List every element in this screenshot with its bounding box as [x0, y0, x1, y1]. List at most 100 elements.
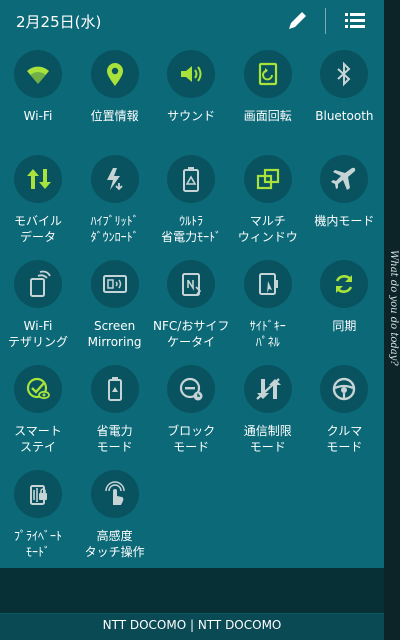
tile-button-tethering[interactable]	[14, 260, 62, 308]
tile-wifi[interactable]: Wi-Fi	[0, 46, 76, 148]
tile-button-power-saving[interactable]	[90, 365, 139, 413]
tile-ultra-power[interactable]: ｳﾙﾄﾗ 省電力ﾓｰﾄﾞ	[153, 151, 229, 253]
tile-label-line1: NFC/おサイフ	[153, 319, 230, 333]
smart-stay-icon	[26, 377, 50, 400]
tile-label: 画面回転	[228, 108, 308, 124]
battery-saver-icon	[107, 377, 122, 401]
tile-button-rotation[interactable]	[243, 50, 292, 98]
side-text: What do you do today?	[388, 250, 399, 366]
data-arrows-icon	[27, 169, 51, 189]
tile-private-mode[interactable]: ﾌﾟﾗｲﾍﾞｰﾄ ﾓｰﾄﾞ	[0, 466, 76, 568]
tile-nfc[interactable]: NFC/おサイフ ケータイ	[153, 256, 229, 358]
tile-block[interactable]: ブロック モード	[153, 361, 229, 463]
tile-label-line1: Wi-Fi	[23, 319, 53, 333]
tile-label-line2: モード	[96, 440, 133, 454]
tile-label-line2: Mirroring	[87, 335, 142, 349]
tile-button-block[interactable]	[167, 365, 216, 413]
tile-label-line1: ブロック	[167, 424, 216, 438]
tile-button-nfc[interactable]	[167, 260, 216, 308]
private-mode-icon	[30, 485, 47, 505]
tile-label-line1: 通信制限	[243, 424, 292, 438]
tile-button-car-mode[interactable]	[320, 365, 369, 413]
tile-button-data-limit[interactable]	[243, 365, 292, 413]
list-icon[interactable]	[344, 9, 366, 31]
data-limit-icon	[256, 378, 281, 400]
tile-button-hybrid-download[interactable]	[90, 155, 139, 203]
tile-button-screen-mirroring[interactable]	[90, 260, 139, 308]
tile-label-line1: 同期	[332, 319, 357, 333]
tile-label: マルチ ウィンドウ	[228, 213, 308, 245]
tile-label: ｳﾙﾄﾗ 省電力ﾓｰﾄﾞ	[151, 213, 231, 245]
tile-label-line1: 画面回転	[243, 109, 292, 123]
screen-mirroring-icon	[102, 275, 127, 293]
tile-label: 同期	[304, 318, 384, 334]
touch-hand-icon	[104, 481, 125, 505]
tile-smart-stay[interactable]: スマート ステイ	[0, 361, 76, 463]
tile-button-ultra-power[interactable]	[167, 155, 216, 203]
tile-label-line1: サウンド	[167, 109, 216, 123]
date-label: 2月25日(水)	[16, 13, 102, 31]
tile-side-key[interactable]: ｻｲﾄﾞｷｰ ﾊﾟﾈﾙ	[230, 256, 306, 358]
tile-button-touch-sensitivity[interactable]	[90, 470, 139, 518]
tile-multi-window[interactable]: マルチ ウィンドウ	[230, 151, 306, 253]
tile-button-airplane[interactable]	[320, 155, 369, 203]
tile-label-line2: データ	[19, 230, 56, 244]
tile-button-bluetooth[interactable]	[320, 50, 369, 98]
header-divider	[325, 8, 326, 34]
tile-label: ﾌﾟﾗｲﾍﾞｰﾄ ﾓｰﾄﾞ	[0, 528, 78, 560]
tile-label-line1: 省電力	[96, 424, 133, 438]
tile-power-saving[interactable]: 省電力 モード	[77, 361, 153, 463]
tile-location[interactable]: 位置情報	[77, 46, 153, 148]
tile-label: ブロック モード	[151, 423, 231, 455]
steering-wheel-icon	[333, 377, 356, 401]
carrier-label: NTT DOCOMO | NTT DOCOMO	[102, 618, 282, 632]
tile-mobile-data[interactable]: モバイル データ	[0, 151, 76, 253]
tile-button-location[interactable]	[90, 50, 139, 98]
tile-sync[interactable]: 同期	[306, 256, 382, 358]
tile-hybrid-download[interactable]: ﾊｲﾌﾞﾘｯﾄﾞ ﾀﾞｳﾝﾛｰﾄﾞ	[77, 151, 153, 253]
side-key-icon	[258, 273, 278, 295]
tile-label: Screen Mirroring	[75, 318, 155, 350]
bluetooth-icon	[337, 61, 351, 87]
tile-label-line1: Screen	[93, 319, 136, 333]
tile-label-line1: ﾌﾟﾗｲﾍﾞｰﾄ	[13, 529, 62, 543]
tile-label-line1: 機内モード	[314, 214, 375, 228]
tile-label-line2: モード	[173, 440, 210, 454]
tile-car-mode[interactable]: クルマ モード	[306, 361, 382, 463]
pencil-icon[interactable]	[286, 8, 310, 32]
nfc-icon	[182, 273, 202, 296]
tile-button-sync[interactable]	[320, 260, 369, 308]
tile-rotation[interactable]: 画面回転	[230, 46, 306, 148]
tile-button-smart-stay[interactable]	[14, 365, 62, 413]
tile-label-line2: モード	[326, 440, 363, 454]
tile-label-line1: Wi-Fi	[23, 109, 53, 123]
battery-recycle-icon	[183, 167, 200, 192]
tile-data-limit[interactable]: 通信制限 モード	[230, 361, 306, 463]
tile-label-line1: スマート	[14, 424, 62, 438]
hybrid-download-icon	[106, 168, 123, 191]
tile-label-line2: ステイ	[19, 440, 56, 454]
tile-tethering[interactable]: Wi-Fi テザリング	[0, 256, 76, 358]
tile-button-wifi[interactable]	[14, 50, 62, 98]
tile-label-line2: モード	[249, 440, 286, 454]
tile-airplane[interactable]: 機内モード	[306, 151, 382, 253]
tile-label-line2: ﾀﾞｳﾝﾛｰﾄﾞ	[90, 230, 139, 244]
tile-label: 省電力 モード	[75, 423, 155, 455]
tile-label-line2: テザリング	[7, 335, 68, 349]
tile-bluetooth[interactable]: Bluetooth	[306, 46, 382, 148]
tile-label-line2: タッチ操作	[84, 545, 145, 559]
tile-button-mobile-data[interactable]	[14, 155, 62, 203]
tile-touch-sensitivity[interactable]: 高感度 タッチ操作	[77, 466, 153, 568]
tile-button-multi-window[interactable]	[243, 155, 292, 203]
tile-label-line1: 位置情報	[90, 109, 139, 123]
tile-label: 通信制限 モード	[228, 423, 308, 455]
tile-sound[interactable]: サウンド	[153, 46, 229, 148]
tile-button-sound[interactable]	[167, 50, 216, 98]
quick-settings-panel: 2月25日(水) Wi-Fi 位置情報 サウンド 画面回転 Bluetooth モバイルデ…	[0, 0, 384, 568]
tile-screen-mirroring[interactable]: Screen Mirroring	[77, 256, 153, 358]
tile-label: 位置情報	[75, 108, 155, 124]
tile-label: モバイル データ	[0, 213, 78, 245]
tile-button-side-key[interactable]	[243, 260, 292, 308]
tile-label: Wi-Fi	[0, 108, 78, 124]
tile-button-private-mode[interactable]	[14, 470, 62, 518]
